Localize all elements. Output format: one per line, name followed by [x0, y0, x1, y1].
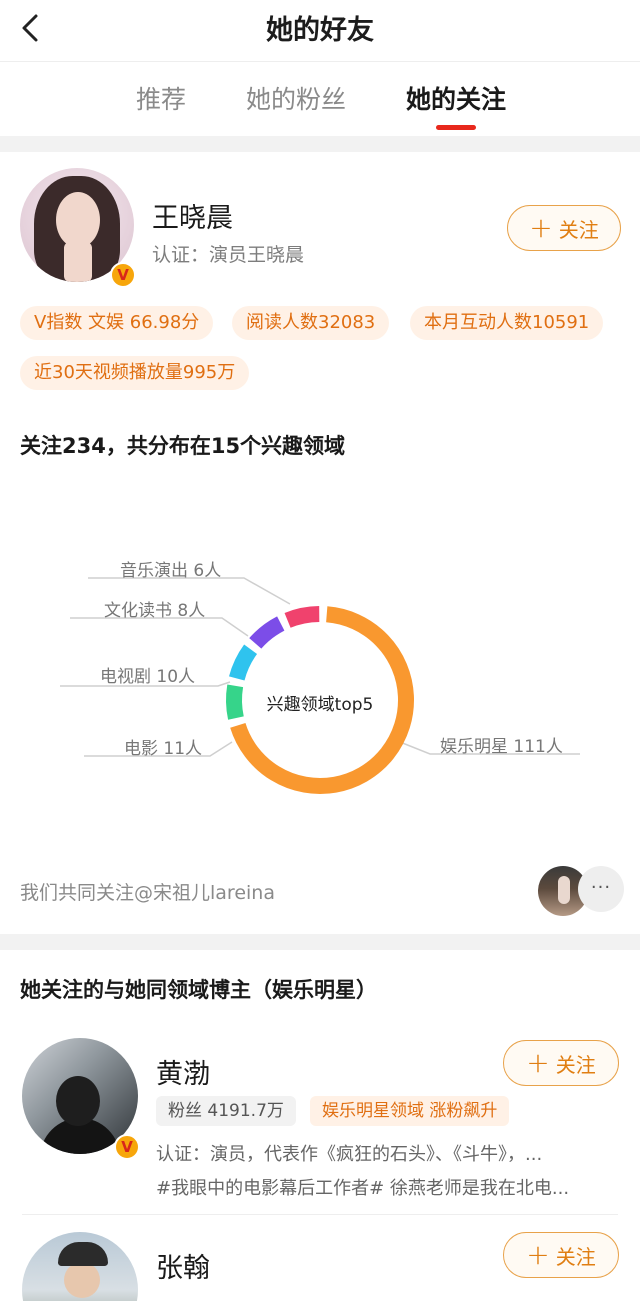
plus-icon: +	[529, 211, 553, 244]
follow-label: 关注	[555, 1052, 596, 1077]
blogger-certification: 认证：演员，代表作《疯狂的石头》、《斗牛》，...	[156, 1144, 543, 1165]
chart-label-movie: 电影 11人	[124, 739, 203, 759]
blogger-avatar[interactable]	[22, 1232, 138, 1301]
plus-icon: +	[526, 1046, 550, 1079]
blogger-latest-post[interactable]: #我眼中的电影幕后工作者# 徐燕老师是我在北电...	[156, 1174, 618, 1200]
top-bar: 她的好友	[0, 0, 640, 62]
chart-label-tv: 电视剧 10人	[100, 667, 196, 687]
tag-interactions: 本月互动人数10591	[410, 306, 604, 340]
chart-label-books: 文化读书 8人	[104, 601, 206, 621]
interests-title: 关注234，共分布在15个兴趣领域	[20, 434, 346, 458]
fans-count: 粉丝 4191.7万	[156, 1096, 296, 1126]
follow-button[interactable]: + 关注	[503, 1232, 619, 1278]
mutual-follow-text[interactable]: 我们共同关注@宋祖儿lareina	[20, 878, 275, 905]
tag-v-index: V指数 文娱 66.98分	[20, 306, 214, 340]
active-tab-indicator	[436, 125, 476, 130]
arc-tv	[229, 644, 258, 681]
verified-badge-icon: V	[114, 1134, 140, 1160]
tab-her-following[interactable]: 她的关注	[406, 80, 506, 116]
donut-center-label: 兴趣领域top5	[266, 695, 374, 715]
section-divider	[0, 934, 640, 950]
tab-recommend[interactable]: 推荐	[136, 80, 186, 116]
verified-badge-icon: V	[110, 262, 136, 288]
plus-icon: +	[526, 1238, 550, 1271]
profile-certification: 认证：演员王晓晨	[152, 244, 305, 266]
blogger-name[interactable]: 张翰	[156, 1246, 210, 1285]
follow-button[interactable]: + 关注	[507, 205, 621, 251]
arc-music	[284, 606, 320, 628]
chart-label-entertainment: 娱乐明星 111人	[440, 737, 563, 757]
tag-readers: 阅读人数32083	[232, 306, 390, 340]
list-divider	[22, 1214, 618, 1215]
follow-label: 关注	[558, 217, 599, 242]
follow-button[interactable]: + 关注	[503, 1040, 619, 1086]
tab-bar: 推荐 她的粉丝 她的关注	[0, 62, 640, 134]
arc-books	[249, 616, 285, 649]
follow-label: 关注	[555, 1244, 596, 1269]
profile-name: 王晓晨	[152, 203, 233, 234]
more-icon[interactable]: ···	[578, 866, 624, 912]
tag-video-plays: 近30天视频播放量995万	[20, 356, 250, 390]
field-badge: 娱乐明星领域 涨粉飙升	[310, 1096, 510, 1126]
page-title: 她的好友	[266, 15, 374, 46]
tab-her-fans[interactable]: 她的粉丝	[246, 80, 346, 116]
blogger-name[interactable]: 黄渤	[156, 1052, 210, 1091]
section-divider	[0, 136, 640, 152]
same-field-title: 她关注的与她同领域博主（娱乐明星）	[20, 978, 377, 1002]
chart-label-music: 音乐演出 6人	[120, 561, 222, 581]
